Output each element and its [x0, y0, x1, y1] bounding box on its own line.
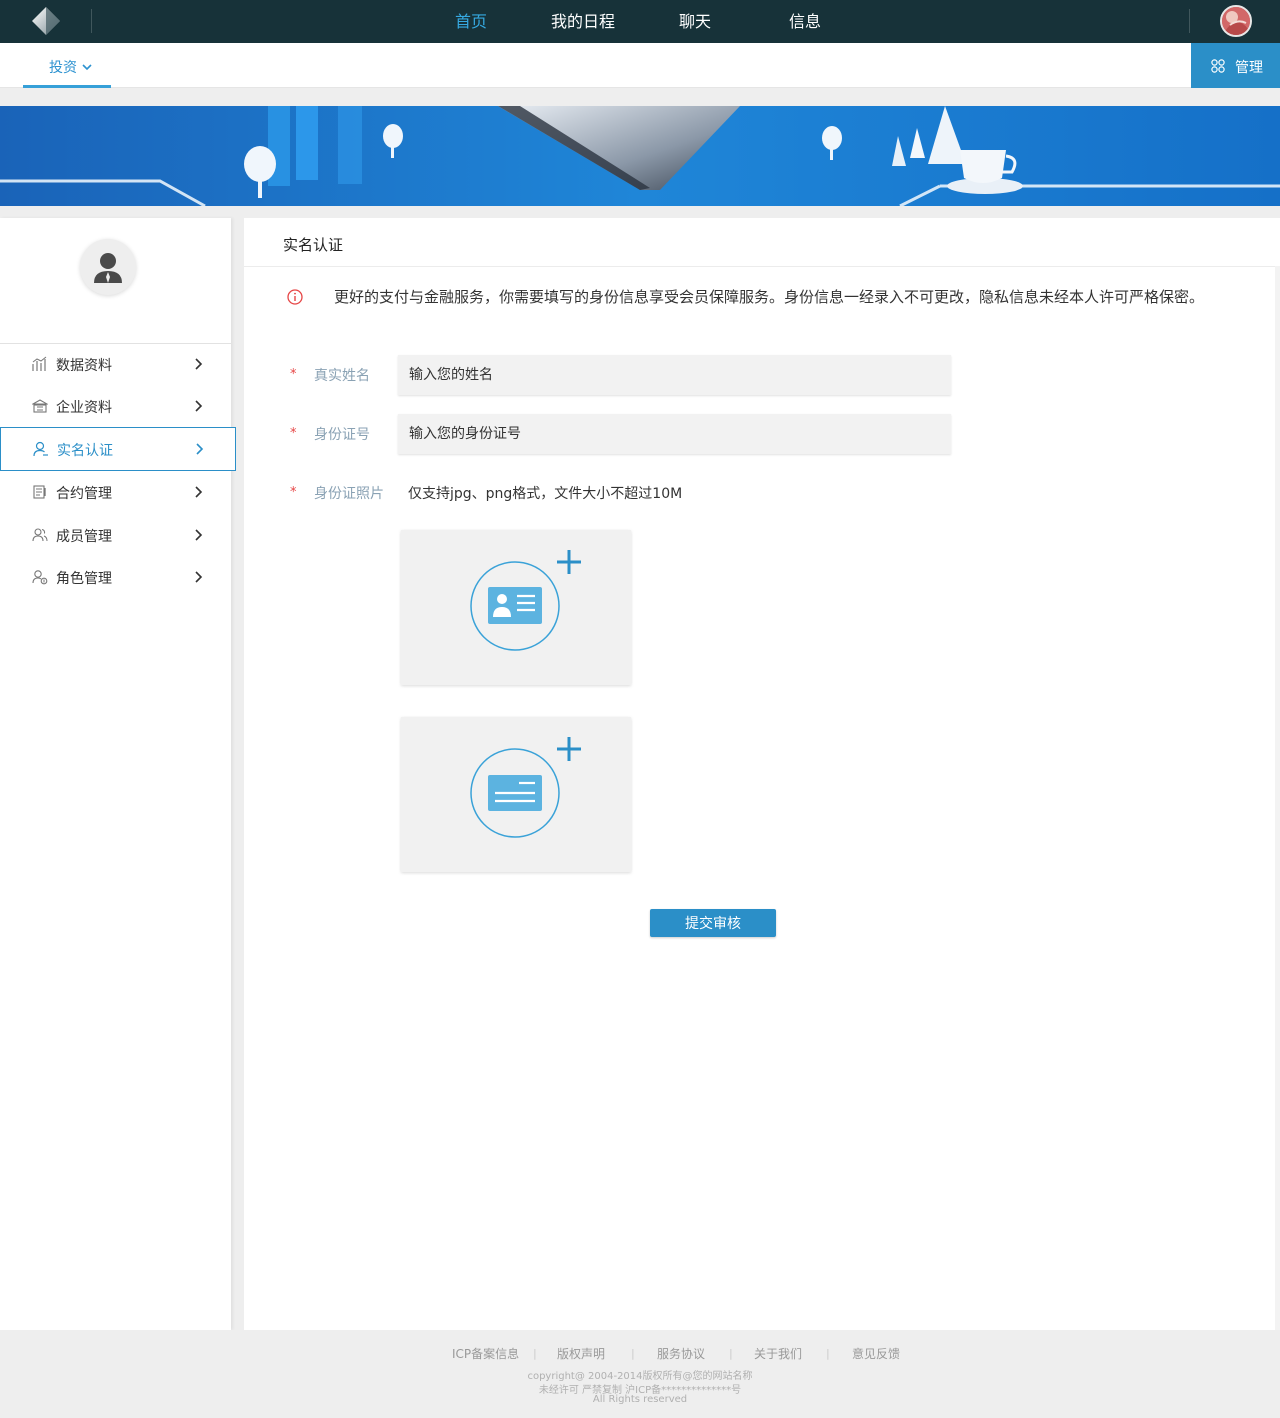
banner-illustration	[0, 106, 1280, 206]
sidebar-item-members[interactable]: 成员管理	[0, 514, 231, 556]
chevron-right-icon	[196, 443, 204, 455]
chevron-right-icon	[195, 529, 203, 541]
title-divider	[244, 266, 1280, 267]
sidebar-item-roles[interactable]: 角色管理	[0, 556, 231, 598]
chevron-right-icon	[195, 400, 203, 412]
hero-banner	[0, 106, 1280, 206]
sidebar-item-label: 数据资料	[56, 358, 112, 374]
required-mark: *	[290, 485, 297, 500]
sidebar-item-contracts[interactable]: 合约管理	[0, 471, 231, 513]
avatar-photo-icon	[1222, 7, 1250, 35]
id-photo-label: 身份证照片	[314, 486, 384, 502]
top-nav-bar: 首页 我的日程 聊天 信息	[0, 0, 1280, 43]
nav-messages[interactable]: 信息	[789, 0, 821, 43]
tab-invest-label: 投资	[49, 60, 77, 76]
building-icon	[32, 399, 48, 413]
manage-button-label: 管理	[1235, 60, 1263, 76]
chevron-down-icon	[82, 64, 92, 71]
sidebar-item-label: 成员管理	[56, 529, 112, 545]
footer-separator: |	[826, 1347, 830, 1360]
form-row-id-photo: * 身份证照片 仅支持jpg、png格式，文件大小不超过10M	[244, 473, 1244, 513]
user-icon	[33, 441, 48, 457]
role-icon	[32, 570, 48, 585]
footer-copyright: copyright@ 2004-2014版权所有@您的网站名称	[527, 1371, 753, 1382]
chevron-right-icon	[195, 571, 203, 583]
form-row-name: * 真实姓名	[244, 355, 1244, 395]
footer-link-about[interactable]: 关于我们	[754, 1345, 802, 1362]
info-icon	[287, 289, 303, 305]
id-card-front-icon	[470, 550, 581, 651]
form-row-id-number: * 身份证号	[244, 414, 1244, 454]
topbar-divider	[91, 9, 92, 33]
sidebar: 数据资料 企业资料 实名认证 合约管理 成员管理 角色管理	[0, 218, 236, 1330]
id-number-input[interactable]	[398, 414, 951, 454]
id-card-back-icon	[470, 737, 581, 838]
footer-link-icp[interactable]: ICP备案信息	[452, 1345, 519, 1362]
required-mark: *	[290, 426, 297, 441]
grid-icon	[1211, 59, 1225, 73]
contract-icon	[33, 485, 46, 499]
logo-icon[interactable]	[28, 5, 64, 39]
sub-nav-bar: 投资 管理	[0, 43, 1280, 88]
id-number-label: 身份证号	[314, 427, 370, 443]
profile-avatar[interactable]	[80, 239, 136, 295]
upload-hint: 仅支持jpg、png格式，文件大小不超过10M	[408, 486, 683, 502]
sidebar-item-label: 企业资料	[56, 400, 112, 416]
sidebar-item-data[interactable]: 数据资料	[0, 343, 231, 385]
sidebar-item-label: 合约管理	[56, 486, 112, 502]
footer-separator: |	[729, 1347, 733, 1360]
nav-home[interactable]: 首页	[455, 0, 487, 43]
footer-separator: |	[631, 1347, 635, 1360]
nav-chat[interactable]: 聊天	[679, 0, 711, 43]
submit-button[interactable]: 提交审核	[650, 909, 776, 937]
chevron-right-icon	[195, 486, 203, 498]
name-input[interactable]	[398, 355, 951, 395]
sidebar-item-label: 角色管理	[56, 571, 112, 587]
sidebar-item-label: 实名认证	[57, 443, 113, 459]
upload-id-back[interactable]	[401, 717, 631, 872]
footer-separator: |	[533, 1347, 537, 1360]
footer-link-copyright[interactable]: 版权声明	[557, 1345, 605, 1362]
sidebar-item-verification[interactable]: 实名认证	[0, 427, 236, 471]
footer-links: ICP备案信息 | 版权声明 | 服务协议 | 关于我们 | 意见反馈	[0, 1345, 1280, 1361]
upload-id-front[interactable]	[401, 530, 631, 685]
chart-icon	[32, 356, 47, 371]
required-mark: *	[290, 367, 297, 382]
nav-schedule[interactable]: 我的日程	[551, 0, 615, 43]
sidebar-item-company[interactable]: 企业资料	[0, 385, 231, 427]
footer-link-feedback[interactable]: 意见反馈	[852, 1345, 900, 1362]
person-icon	[94, 253, 122, 283]
footer-rights: All Rights reserved	[592, 1394, 688, 1405]
chevron-right-icon	[195, 358, 203, 370]
tab-invest[interactable]: 投资	[23, 43, 111, 88]
name-label: 真实姓名	[314, 368, 370, 384]
members-icon	[32, 528, 48, 542]
user-avatar[interactable]	[1220, 5, 1252, 37]
manage-button[interactable]: 管理	[1191, 43, 1280, 88]
notice-text: 更好的支付与金融服务，你需要填写的身份信息享受会员保障服务。身份信息一经录入不可…	[334, 288, 1205, 306]
panel-edge	[1275, 266, 1280, 1330]
footer: ICP备案信息 | 版权声明 | 服务协议 | 关于我们 | 意见反馈 copy…	[0, 1330, 1280, 1418]
tab-active-indicator	[23, 85, 111, 88]
topbar-divider-right	[1189, 9, 1190, 33]
page-title: 实名认证	[283, 236, 344, 254]
footer-link-terms[interactable]: 服务协议	[657, 1345, 705, 1362]
main-panel: 实名认证 更好的支付与金融服务，你需要填写的身份信息享受会员保障服务。身份信息一…	[244, 218, 1280, 1330]
